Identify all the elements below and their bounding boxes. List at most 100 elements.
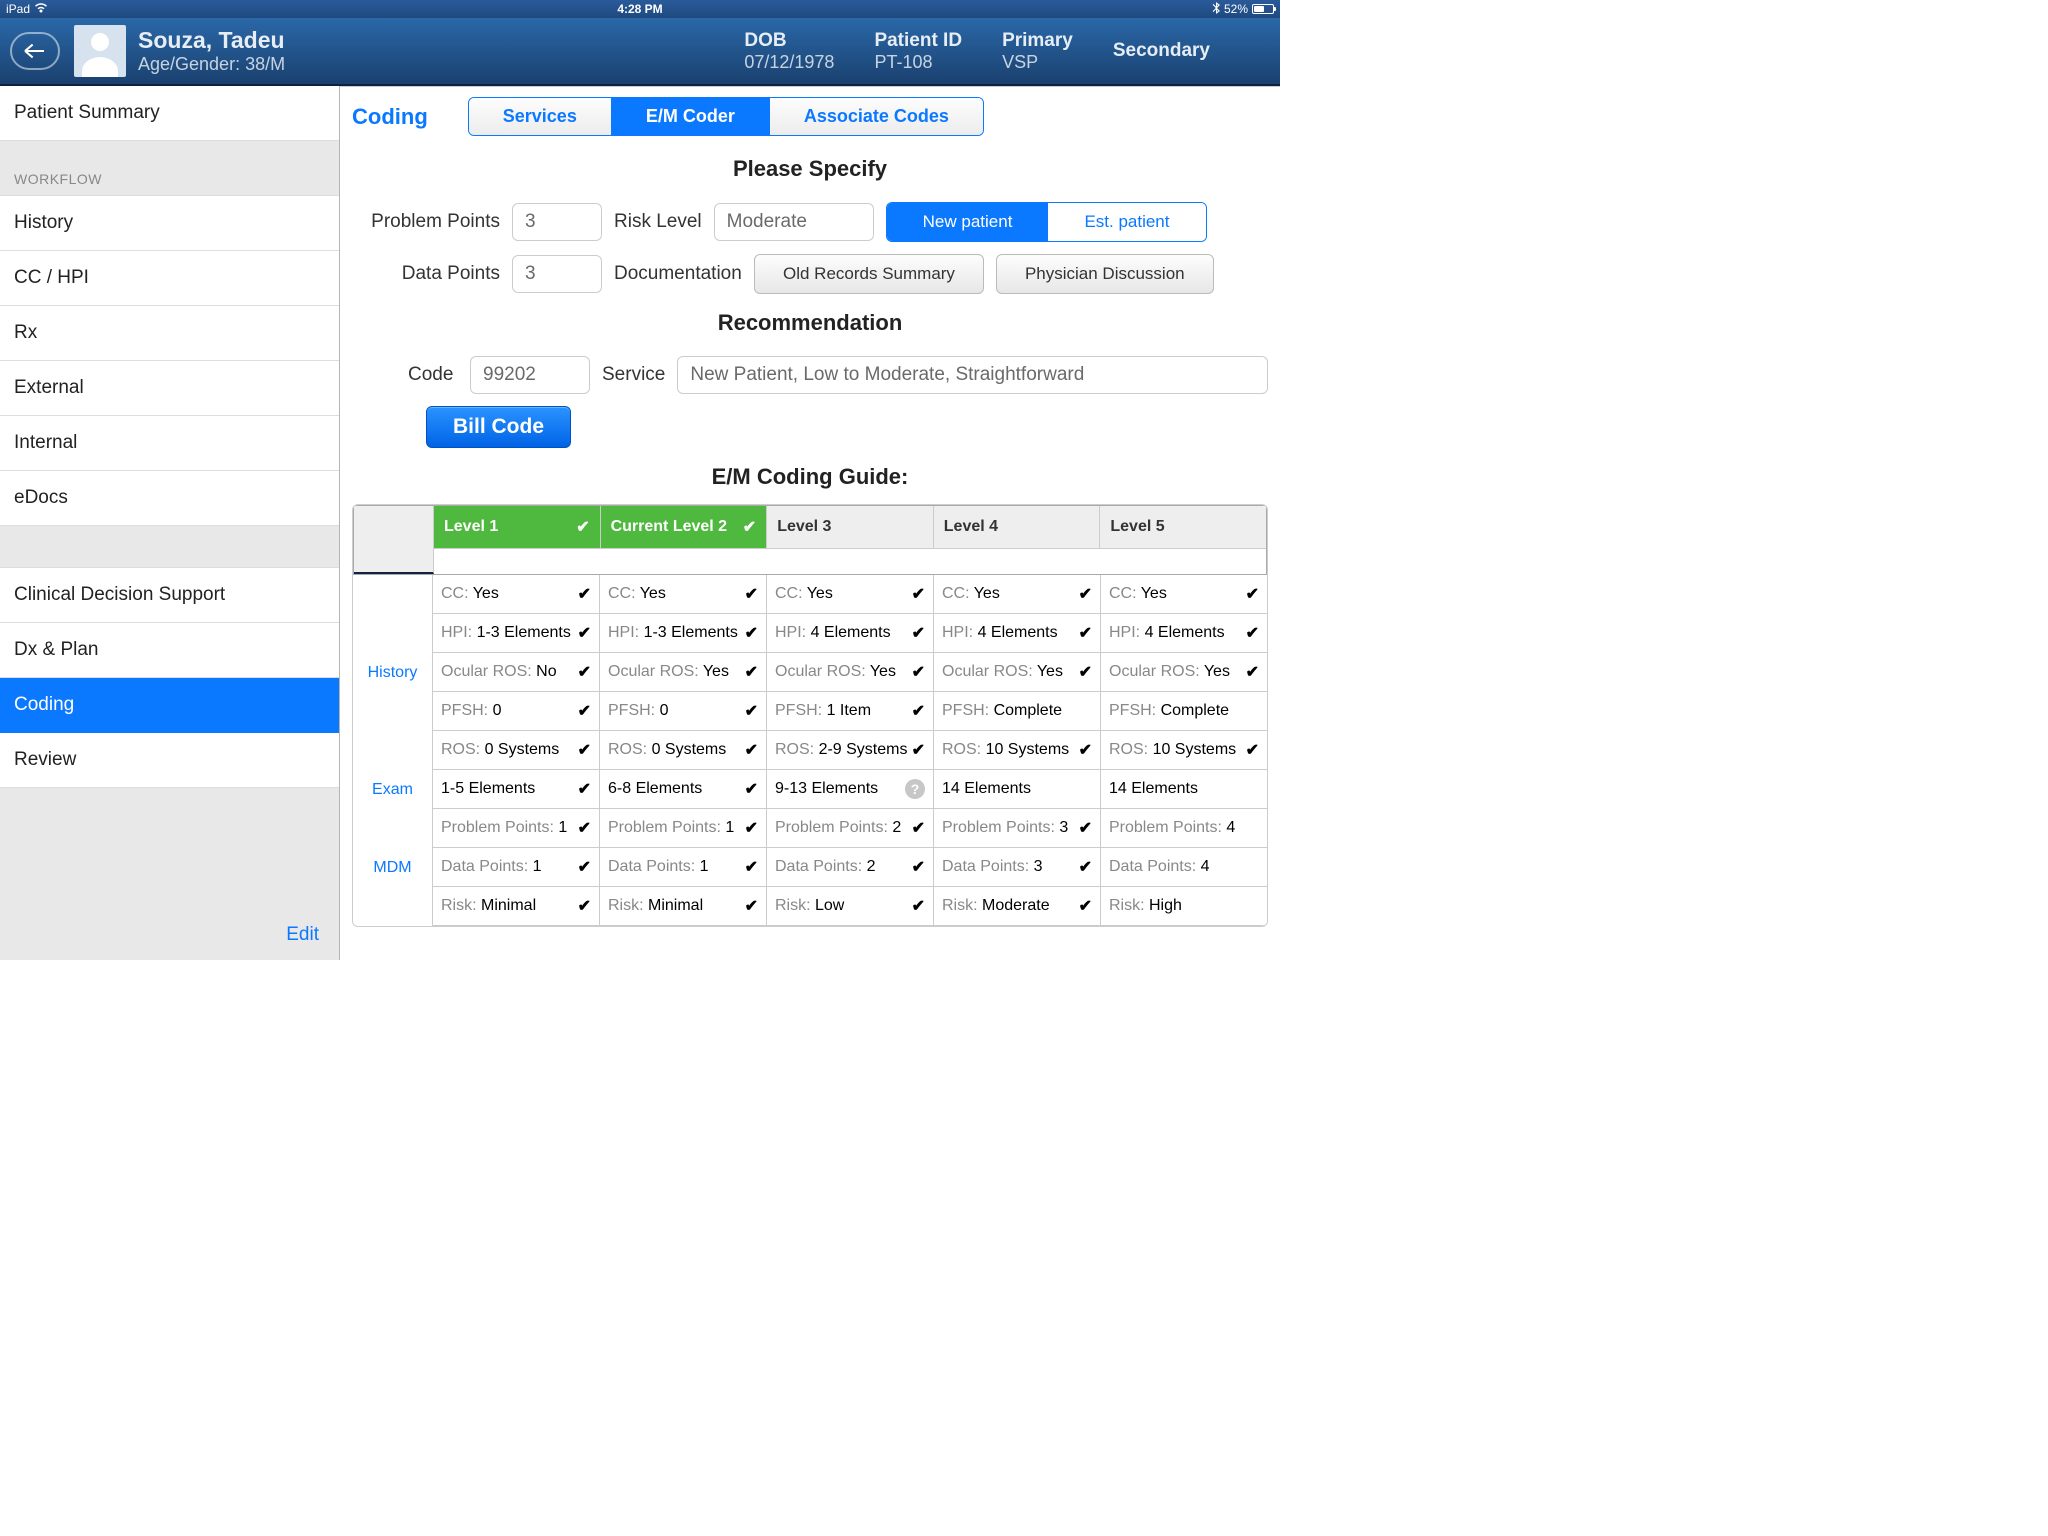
bluetooth-icon [1212,2,1220,17]
guide-cell: ROS: 2-9 Systems✔ [767,731,934,770]
guide-cell: Problem Points: 1✔ [433,809,600,848]
sidebar-history[interactable]: History [0,196,339,251]
guide-cell: Problem Points: 3✔ [934,809,1101,848]
guide-row-exam: Exam [353,770,433,809]
guide-cell: PFSH: Complete [934,692,1101,731]
patient-type-toggle: New patient Est. patient [886,202,1207,242]
tab-em-coder[interactable]: E/M Coder [612,98,770,135]
sidebar-workflow-header: WORKFLOW [0,141,339,196]
guide-cell: ROS: 0 Systems✔ [433,731,600,770]
sidebar-dx-plan[interactable]: Dx & Plan [0,623,339,678]
guide-cell: Risk: Moderate✔ [934,887,1101,926]
guide-cell: Problem Points: 1✔ [600,809,767,848]
guide-cell: Data Points: 1✔ [433,848,600,887]
guide-cell: ROS: 0 Systems✔ [600,731,767,770]
bill-code-button[interactable]: Bill Code [426,406,571,448]
guide-cell: HPI: 1-3 Elements✔ [433,614,600,653]
guide-cell: PFSH: 0✔ [433,692,600,731]
page-title: Coding [352,104,428,130]
back-button[interactable] [10,32,60,70]
guide-cell: ROS: 10 Systems✔ [1101,731,1267,770]
patient-id-label: Patient ID [874,30,962,52]
guide-cell: CC: Yes✔ [433,575,600,614]
guide-cell: Ocular ROS: No✔ [433,653,600,692]
guide-cell: Risk: Low✔ [767,887,934,926]
guide-cell: Data Points: 3✔ [934,848,1101,887]
guide-cell: 14 Elements [1101,770,1267,809]
tab-services[interactable]: Services [469,98,612,135]
sidebar-edocs[interactable]: eDocs [0,471,339,526]
sidebar-rx[interactable]: Rx [0,306,339,361]
problem-points-input[interactable] [512,203,602,241]
old-records-button[interactable]: Old Records Summary [754,254,984,294]
patient-age-gender: Age/Gender: 38/M [138,54,285,75]
data-points-input[interactable] [512,255,602,293]
guide-row-mdm: MDM [353,809,433,926]
patient-name: Souza, Tadeu [138,27,285,54]
primary-value: VSP [1002,52,1073,73]
sidebar-cds[interactable]: Clinical Decision Support [0,568,339,623]
guide-cell: Risk: Minimal✔ [600,887,767,926]
guide-level-header: Current Level 2✔ [601,506,768,549]
guide-level-header: Level 3 [767,506,934,549]
guide-row-history: History [353,575,433,770]
battery-label: 52% [1224,2,1248,16]
sidebar-review[interactable]: Review [0,733,339,788]
guide-cell: Ocular ROS: Yes✔ [600,653,767,692]
risk-level-input[interactable] [714,203,874,241]
est-patient-button[interactable]: Est. patient [1048,203,1205,241]
guide-level-header: Level 4 [934,506,1101,549]
documentation-label: Documentation [614,263,742,285]
data-points-label: Data Points [352,263,500,285]
guide-cell: Problem Points: 4 [1101,809,1267,848]
guide-cell: Data Points: 4 [1101,848,1267,887]
guide-cell: CC: Yes✔ [1101,575,1267,614]
sidebar-spacer [0,526,339,568]
guide-cell: CC: Yes✔ [934,575,1101,614]
guide-cell: ROS: 10 Systems✔ [934,731,1101,770]
wifi-icon [34,2,48,16]
guide-cell: 1-5 Elements✔ [433,770,600,809]
service-input[interactable] [677,356,1268,394]
tab-associate-codes[interactable]: Associate Codes [770,98,983,135]
guide-cell: Problem Points: 2✔ [767,809,934,848]
guide-cell: HPI: 4 Elements✔ [1101,614,1267,653]
guide-cell: Ocular ROS: Yes✔ [934,653,1101,692]
device-label: iPad [6,2,30,16]
risk-level-label: Risk Level [614,211,702,233]
guide-cell: 6-8 Elements✔ [600,770,767,809]
patient-header: Souza, Tadeu Age/Gender: 38/M DOB 07/12/… [0,18,1280,86]
sidebar-internal[interactable]: Internal [0,416,339,471]
guide-cell: Risk: High [1101,887,1267,926]
guide-level-header: Level 1✔ [434,506,601,549]
sidebar-patient-summary[interactable]: Patient Summary [0,86,339,141]
em-coding-guide-table: Level 1✔Current Level 2✔Level 3Level 4Le… [352,504,1268,927]
guide-cell: PFSH: 0✔ [600,692,767,731]
guide-cell: Data Points: 1✔ [600,848,767,887]
physician-discussion-button[interactable]: Physician Discussion [996,254,1214,294]
guide-cell: PFSH: 1 Item✔ [767,692,934,731]
guide-cell: HPI: 4 Elements✔ [934,614,1101,653]
primary-label: Primary [1002,30,1073,52]
guide-corner [354,506,434,574]
guide-cell: 9-13 Elements? [767,770,934,809]
specify-title: Please Specify [340,156,1280,182]
coding-tabs: Services E/M Coder Associate Codes [468,97,984,136]
guide-title: E/M Coding Guide: [340,464,1280,490]
guide-cell: Risk: Minimal✔ [433,887,600,926]
guide-cell: HPI: 4 Elements✔ [767,614,934,653]
code-label: Code [408,364,458,386]
dob-label: DOB [744,30,834,52]
sidebar-external[interactable]: External [0,361,339,416]
sidebar-edit-button[interactable]: Edit [0,910,339,960]
sidebar-cc-hpi[interactable]: CC / HPI [0,251,339,306]
battery-icon [1252,4,1274,14]
new-patient-button[interactable]: New patient [887,203,1049,241]
dob-value: 07/12/1978 [744,52,834,73]
main-content: Coding Services E/M Coder Associate Code… [340,86,1280,960]
sidebar-coding[interactable]: Coding [0,678,339,733]
guide-cell: Ocular ROS: Yes✔ [767,653,934,692]
code-input[interactable] [470,356,590,394]
guide-cell: CC: Yes✔ [600,575,767,614]
guide-cell: 14 Elements [934,770,1101,809]
